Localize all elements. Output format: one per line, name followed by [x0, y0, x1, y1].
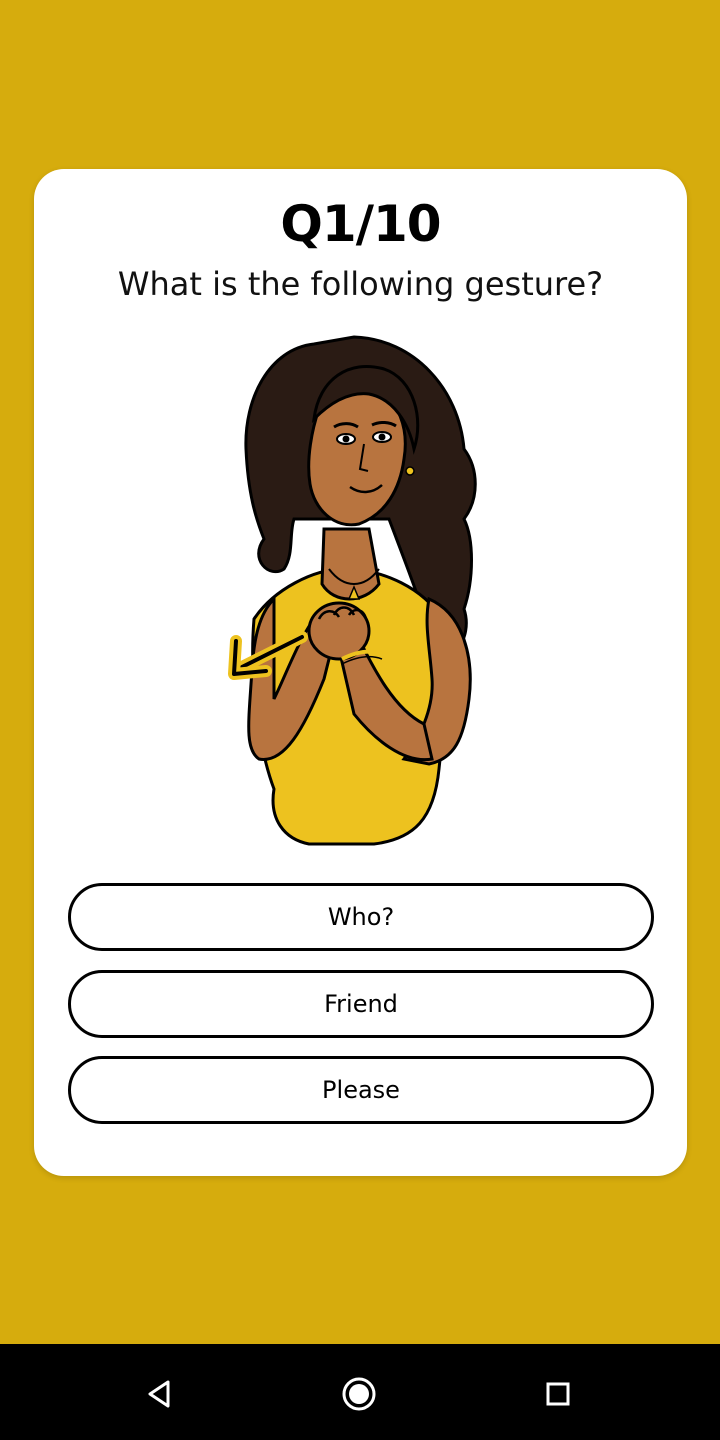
question-text: What is the following gesture?	[117, 265, 604, 303]
answer-who-button[interactable]: Who?	[68, 883, 654, 951]
back-icon[interactable]	[140, 1374, 180, 1414]
quiz-card: Q1/10 What is the following gesture? Who…	[34, 169, 687, 1176]
answer-friend-button[interactable]: Friend	[68, 970, 654, 1038]
home-icon[interactable]	[339, 1374, 379, 1414]
question-number: Q1/10	[280, 195, 441, 253]
answer-please-button[interactable]: Please	[68, 1056, 654, 1124]
recent-apps-icon[interactable]	[538, 1374, 578, 1414]
system-navigation-bar	[0, 1344, 720, 1440]
sign-language-woman-illustration	[228, 335, 477, 846]
